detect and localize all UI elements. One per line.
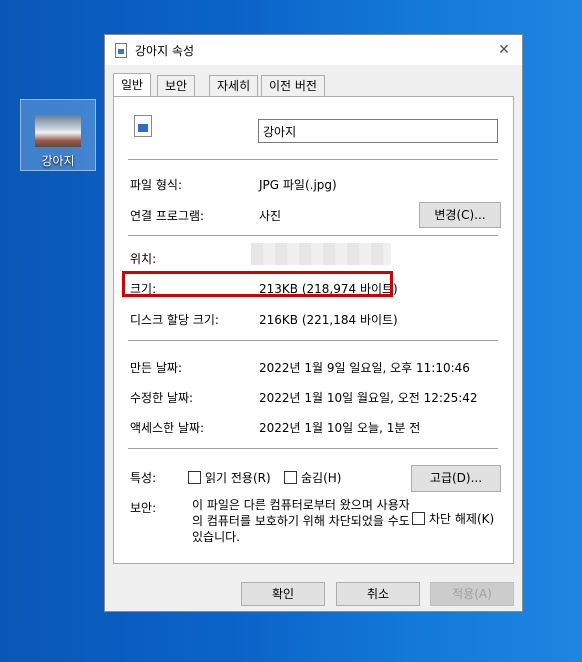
security-message: 이 파일은 다른 컴퓨터로부터 왔으며 사용자의 컴퓨터를 보호하기 위해 차단… <box>192 498 410 544</box>
window-title: 강아지 속성 <box>135 44 195 58</box>
security-label: 보안: <box>130 501 157 515</box>
tab-security[interactable]: 보안 <box>157 75 196 96</box>
opens-with-label: 연결 프로그램: <box>130 209 205 223</box>
checkbox-box[interactable] <box>188 471 201 484</box>
type-label: 파일 형식: <box>130 178 183 192</box>
image-file-icon <box>115 43 127 58</box>
created-value: 2022년 1월 9일 일요일, 오후 11:10:46 <box>259 361 470 375</box>
ok-button[interactable]: 확인 <box>241 582 325 606</box>
divider <box>128 340 498 341</box>
properties-window: 강아지 속성 ✕ 일반 보안 자세히 이전 버전 파일 형식: JPG 파일(.… <box>104 34 523 612</box>
unblock-label: 차단 해제(K) <box>429 512 495 526</box>
disk-size-value: 216KB (221,184 바이트) <box>259 313 398 327</box>
location-label: 위치: <box>130 252 157 266</box>
opens-with-value: 사진 <box>259 209 282 223</box>
image-file-icon <box>134 115 152 137</box>
change-button[interactable]: 변경(C)... <box>419 202 501 228</box>
hidden-checkbox[interactable]: 숨김(H) <box>284 469 341 486</box>
desktop-icon-label: 강아지 <box>41 154 75 168</box>
close-button[interactable]: ✕ <box>486 35 522 65</box>
general-panel: 파일 형식: JPG 파일(.jpg) 연결 프로그램: 사진 변경(C)...… <box>113 96 514 564</box>
attributes-label: 특성: <box>130 471 157 485</box>
type-value: JPG 파일(.jpg) <box>259 178 337 192</box>
location-value-redacted <box>251 243 391 265</box>
size-highlight-box <box>122 271 393 297</box>
created-label: 만든 날짜: <box>130 361 183 375</box>
accessed-value: 2022년 1월 10일 오늘, 1분 전 <box>259 421 421 435</box>
tab-general[interactable]: 일반 <box>113 73 152 96</box>
checkbox-box[interactable] <box>412 512 425 525</box>
apply-button[interactable]: 적용(A) <box>430 582 514 606</box>
cancel-button[interactable]: 취소 <box>336 582 420 606</box>
unblock-checkbox[interactable]: 차단 해제(K) <box>412 510 494 527</box>
readonly-label: 읽기 전용(R) <box>205 471 271 485</box>
divider <box>128 448 498 449</box>
accessed-label: 액세스한 날짜: <box>130 421 205 435</box>
desktop-file-icon[interactable]: 강아지 <box>20 99 96 171</box>
tab-details[interactable]: 자세히 <box>209 75 259 96</box>
image-thumbnail-icon <box>35 115 81 147</box>
divider <box>128 159 498 160</box>
disk-size-label: 디스크 할당 크기: <box>130 313 219 327</box>
advanced-button[interactable]: 고급(D)... <box>411 465 501 492</box>
title-bar[interactable]: 강아지 속성 ✕ <box>105 35 522 65</box>
tab-previous-versions[interactable]: 이전 버전 <box>261 75 325 96</box>
divider <box>128 235 498 236</box>
modified-label: 수정한 날짜: <box>130 391 194 405</box>
checkbox-box[interactable] <box>284 471 297 484</box>
readonly-checkbox[interactable]: 읽기 전용(R) <box>188 469 271 486</box>
file-name-input[interactable] <box>258 119 498 143</box>
modified-value: 2022년 1월 10일 월요일, 오전 12:25:42 <box>259 391 478 405</box>
hidden-label: 숨김(H) <box>301 471 342 485</box>
